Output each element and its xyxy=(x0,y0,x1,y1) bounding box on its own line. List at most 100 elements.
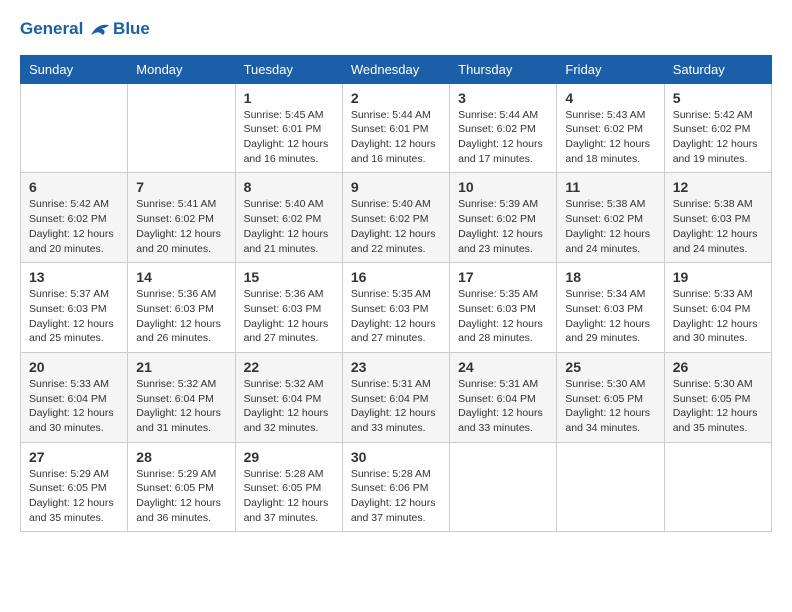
day-info: Sunrise: 5:28 AM Sunset: 6:05 PM Dayligh… xyxy=(244,467,334,526)
weekday-header-saturday: Saturday xyxy=(664,55,771,83)
calendar-day-cell: 5 Sunrise: 5:42 AM Sunset: 6:02 PM Daylig… xyxy=(664,83,771,173)
calendar-day-cell: 13 Sunrise: 5:37 AM Sunset: 6:03 PM Dayli… xyxy=(21,263,128,353)
day-number: 12 xyxy=(673,179,763,195)
day-number: 24 xyxy=(458,359,548,375)
calendar-table: SundayMondayTuesdayWednesdayThursdayFrid… xyxy=(20,55,772,533)
calendar-day-cell: 12 Sunrise: 5:38 AM Sunset: 6:03 PM Dayli… xyxy=(664,173,771,263)
day-info: Sunrise: 5:40 AM Sunset: 6:02 PM Dayligh… xyxy=(351,197,441,256)
weekday-header-row: SundayMondayTuesdayWednesdayThursdayFrid… xyxy=(21,55,772,83)
day-info: Sunrise: 5:38 AM Sunset: 6:02 PM Dayligh… xyxy=(565,197,655,256)
empty-cell xyxy=(664,442,771,532)
calendar-day-cell: 6 Sunrise: 5:42 AM Sunset: 6:02 PM Daylig… xyxy=(21,173,128,263)
day-number: 2 xyxy=(351,90,441,106)
calendar-week-row: 27 Sunrise: 5:29 AM Sunset: 6:05 PM Dayli… xyxy=(21,442,772,532)
day-number: 28 xyxy=(136,449,226,465)
logo-text-line2: Blue xyxy=(113,19,150,38)
calendar-day-cell: 16 Sunrise: 5:35 AM Sunset: 6:03 PM Dayli… xyxy=(342,263,449,353)
weekday-header-wednesday: Wednesday xyxy=(342,55,449,83)
day-info: Sunrise: 5:37 AM Sunset: 6:03 PM Dayligh… xyxy=(29,287,119,346)
day-number: 30 xyxy=(351,449,441,465)
day-info: Sunrise: 5:33 AM Sunset: 6:04 PM Dayligh… xyxy=(29,377,119,436)
day-number: 27 xyxy=(29,449,119,465)
day-info: Sunrise: 5:30 AM Sunset: 6:05 PM Dayligh… xyxy=(565,377,655,436)
calendar-week-row: 13 Sunrise: 5:37 AM Sunset: 6:03 PM Dayli… xyxy=(21,263,772,353)
calendar-week-row: 1 Sunrise: 5:45 AM Sunset: 6:01 PM Daylig… xyxy=(21,83,772,173)
day-info: Sunrise: 5:33 AM Sunset: 6:04 PM Dayligh… xyxy=(673,287,763,346)
calendar-day-cell: 26 Sunrise: 5:30 AM Sunset: 6:05 PM Dayli… xyxy=(664,352,771,442)
day-number: 19 xyxy=(673,269,763,285)
calendar-day-cell: 2 Sunrise: 5:44 AM Sunset: 6:01 PM Daylig… xyxy=(342,83,449,173)
calendar-day-cell: 15 Sunrise: 5:36 AM Sunset: 6:03 PM Dayli… xyxy=(235,263,342,353)
day-number: 15 xyxy=(244,269,334,285)
calendar-day-cell: 1 Sunrise: 5:45 AM Sunset: 6:01 PM Daylig… xyxy=(235,83,342,173)
day-number: 11 xyxy=(565,179,655,195)
header: General Blue xyxy=(20,20,772,39)
day-info: Sunrise: 5:45 AM Sunset: 6:01 PM Dayligh… xyxy=(244,108,334,167)
day-number: 21 xyxy=(136,359,226,375)
day-info: Sunrise: 5:31 AM Sunset: 6:04 PM Dayligh… xyxy=(458,377,548,436)
day-number: 18 xyxy=(565,269,655,285)
day-info: Sunrise: 5:43 AM Sunset: 6:02 PM Dayligh… xyxy=(565,108,655,167)
day-number: 6 xyxy=(29,179,119,195)
day-number: 29 xyxy=(244,449,334,465)
empty-cell xyxy=(128,83,235,173)
day-info: Sunrise: 5:40 AM Sunset: 6:02 PM Dayligh… xyxy=(244,197,334,256)
calendar-day-cell: 23Sunrise: 5:31 AM Sunset: 6:04 PM Dayli… xyxy=(342,352,449,442)
calendar-day-cell: 9 Sunrise: 5:40 AM Sunset: 6:02 PM Daylig… xyxy=(342,173,449,263)
calendar-day-cell: 4 Sunrise: 5:43 AM Sunset: 6:02 PM Daylig… xyxy=(557,83,664,173)
day-number: 9 xyxy=(351,179,441,195)
day-number: 4 xyxy=(565,90,655,106)
calendar-day-cell: 11 Sunrise: 5:38 AM Sunset: 6:02 PM Dayli… xyxy=(557,173,664,263)
calendar-day-cell: 28 Sunrise: 5:29 AM Sunset: 6:05 PM Dayli… xyxy=(128,442,235,532)
day-info: Sunrise: 5:36 AM Sunset: 6:03 PM Dayligh… xyxy=(136,287,226,346)
day-info: Sunrise: 5:31 AM Sunset: 6:04 PM Dayligh… xyxy=(351,377,441,436)
calendar-day-cell: 24 Sunrise: 5:31 AM Sunset: 6:04 PM Dayli… xyxy=(450,352,557,442)
day-number: 20 xyxy=(29,359,119,375)
day-number: 16 xyxy=(351,269,441,285)
day-number: 13 xyxy=(29,269,119,285)
day-info: Sunrise: 5:30 AM Sunset: 6:05 PM Dayligh… xyxy=(673,377,763,436)
calendar-day-cell: 29 Sunrise: 5:28 AM Sunset: 6:05 PM Dayli… xyxy=(235,442,342,532)
day-number: 26 xyxy=(673,359,763,375)
day-info: Sunrise: 5:35 AM Sunset: 6:03 PM Dayligh… xyxy=(351,287,441,346)
calendar-day-cell: 25 Sunrise: 5:30 AM Sunset: 6:05 PM Dayli… xyxy=(557,352,664,442)
calendar-day-cell: 22 Sunrise: 5:32 AM Sunset: 6:04 PM Dayli… xyxy=(235,352,342,442)
day-number: 14 xyxy=(136,269,226,285)
day-number: 5 xyxy=(673,90,763,106)
empty-cell xyxy=(557,442,664,532)
calendar-week-row: 20 Sunrise: 5:33 AM Sunset: 6:04 PM Dayli… xyxy=(21,352,772,442)
calendar-day-cell: 8 Sunrise: 5:40 AM Sunset: 6:02 PM Daylig… xyxy=(235,173,342,263)
calendar-day-cell: 10Sunrise: 5:39 AM Sunset: 6:02 PM Dayli… xyxy=(450,173,557,263)
day-info: Sunrise: 5:32 AM Sunset: 6:04 PM Dayligh… xyxy=(244,377,334,436)
day-number: 10 xyxy=(458,179,548,195)
calendar-day-cell: 14 Sunrise: 5:36 AM Sunset: 6:03 PM Dayli… xyxy=(128,263,235,353)
day-number: 25 xyxy=(565,359,655,375)
day-number: 17 xyxy=(458,269,548,285)
weekday-header-tuesday: Tuesday xyxy=(235,55,342,83)
day-number: 8 xyxy=(244,179,334,195)
day-info: Sunrise: 5:41 AM Sunset: 6:02 PM Dayligh… xyxy=(136,197,226,256)
logo: General Blue xyxy=(20,20,150,39)
calendar-day-cell: 18 Sunrise: 5:34 AM Sunset: 6:03 PM Dayli… xyxy=(557,263,664,353)
day-info: Sunrise: 5:36 AM Sunset: 6:03 PM Dayligh… xyxy=(244,287,334,346)
calendar-day-cell: 21Sunrise: 5:32 AM Sunset: 6:04 PM Dayli… xyxy=(128,352,235,442)
day-info: Sunrise: 5:38 AM Sunset: 6:03 PM Dayligh… xyxy=(673,197,763,256)
day-info: Sunrise: 5:34 AM Sunset: 6:03 PM Dayligh… xyxy=(565,287,655,346)
weekday-header-sunday: Sunday xyxy=(21,55,128,83)
day-info: Sunrise: 5:42 AM Sunset: 6:02 PM Dayligh… xyxy=(673,108,763,167)
logo-text-line1: General xyxy=(20,19,83,38)
day-number: 22 xyxy=(244,359,334,375)
weekday-header-friday: Friday xyxy=(557,55,664,83)
calendar-day-cell: 17Sunrise: 5:35 AM Sunset: 6:03 PM Dayli… xyxy=(450,263,557,353)
day-number: 7 xyxy=(136,179,226,195)
day-info: Sunrise: 5:44 AM Sunset: 6:01 PM Dayligh… xyxy=(351,108,441,167)
day-info: Sunrise: 5:28 AM Sunset: 6:06 PM Dayligh… xyxy=(351,467,441,526)
empty-cell xyxy=(450,442,557,532)
weekday-header-thursday: Thursday xyxy=(450,55,557,83)
day-info: Sunrise: 5:44 AM Sunset: 6:02 PM Dayligh… xyxy=(458,108,548,167)
day-info: Sunrise: 5:42 AM Sunset: 6:02 PM Dayligh… xyxy=(29,197,119,256)
calendar-day-cell: 3Sunrise: 5:44 AM Sunset: 6:02 PM Daylig… xyxy=(450,83,557,173)
day-info: Sunrise: 5:29 AM Sunset: 6:05 PM Dayligh… xyxy=(29,467,119,526)
day-info: Sunrise: 5:29 AM Sunset: 6:05 PM Dayligh… xyxy=(136,467,226,526)
day-number: 1 xyxy=(244,90,334,106)
